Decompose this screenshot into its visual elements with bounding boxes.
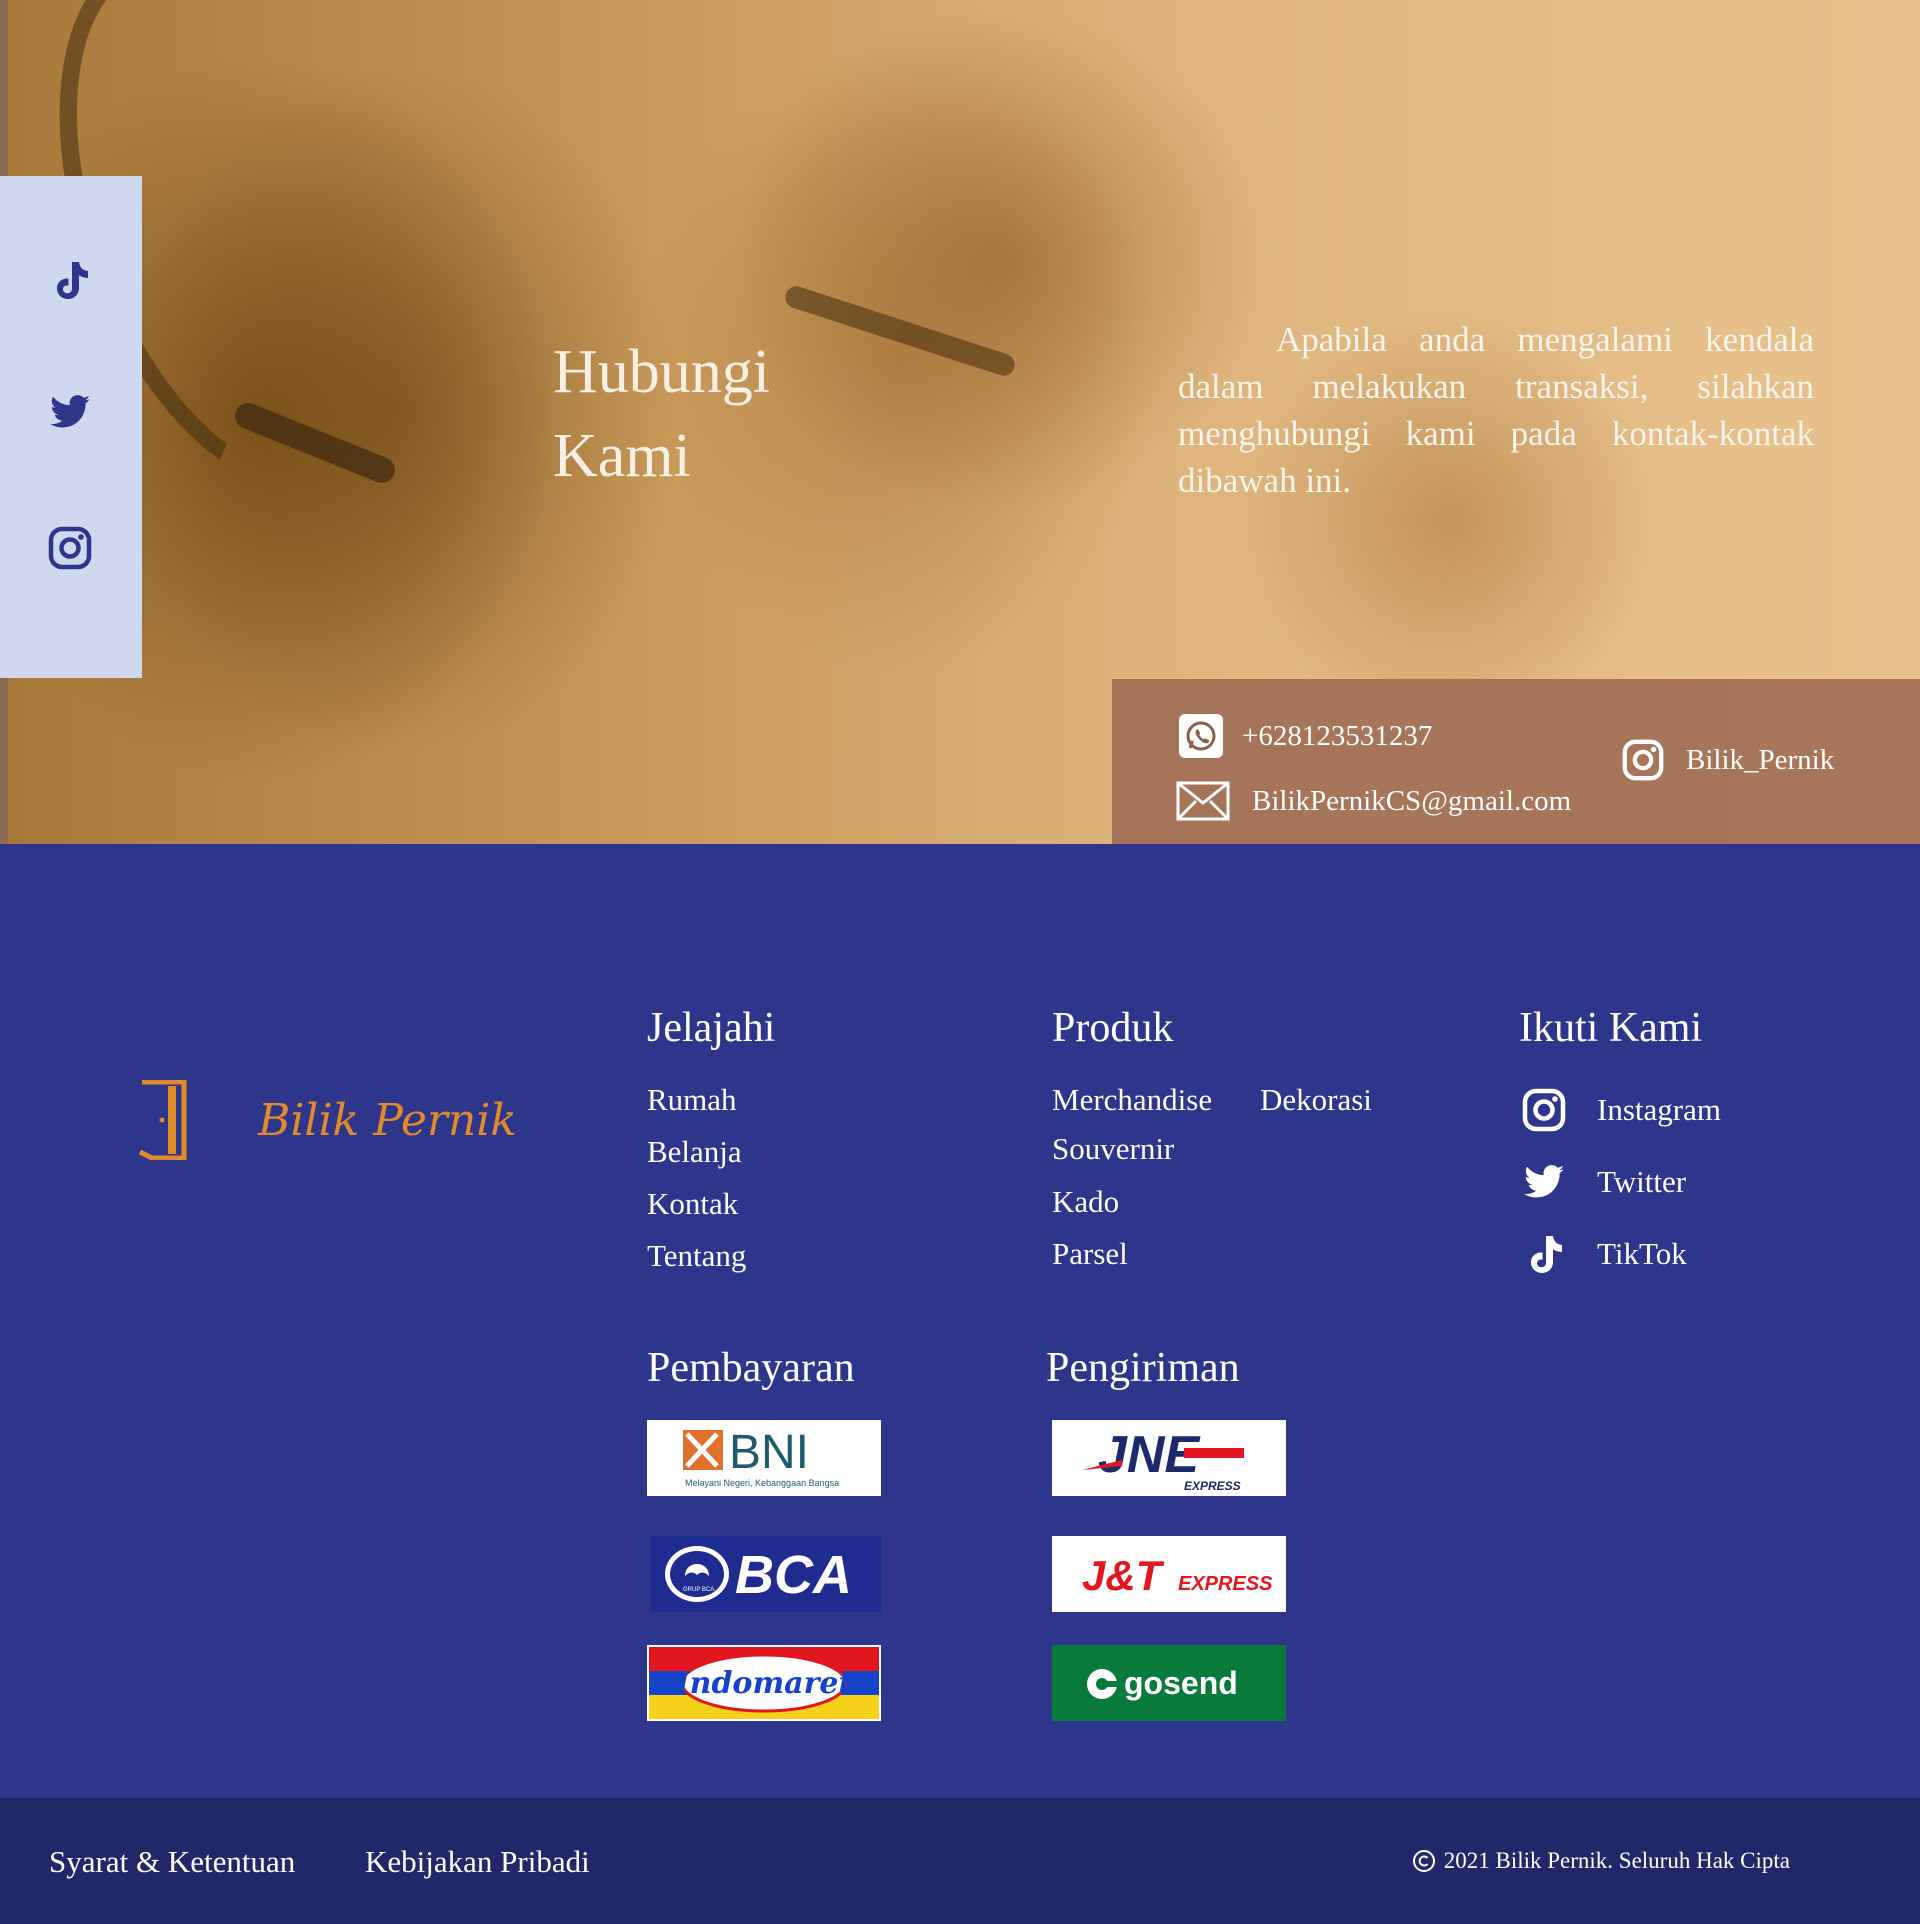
products-heading: Produk (1052, 1005, 1174, 1051)
explore-column: Jelajahi Rumah Belanja Kontak Tentang (647, 1004, 775, 1282)
nav-link-tentang[interactable]: Tentang (647, 1230, 775, 1282)
tiktok-icon[interactable] (44, 254, 96, 306)
jnt-wordmark: J&T (1082, 1552, 1165, 1599)
product-link-kado[interactable]: Kado (1052, 1176, 1119, 1228)
jnt-sub: EXPRESS (1178, 1573, 1273, 1595)
terms-link[interactable]: Syarat & Ketentuan (49, 1844, 295, 1880)
follow-instagram[interactable]: Instagram (1519, 1074, 1721, 1146)
instagram-icon (1622, 739, 1664, 781)
title-line: Kami (553, 422, 691, 490)
brand-name: Bilik Pernik (258, 1094, 517, 1146)
instagram-icon (1519, 1085, 1569, 1135)
contact-hero: Hubungi Kami Apabila anda mengalami kend… (0, 0, 1920, 844)
explore-heading: Jelajahi (647, 1005, 776, 1051)
bottom-bar: Syarat & Ketentuan Kebijakan Pribadi 202… (0, 1798, 1920, 1924)
bni-logo: BNI Melayani Negeri, Kebanggaan Bangsa (647, 1420, 881, 1496)
product-link-souvernir[interactable]: Souvernir (1052, 1123, 1174, 1175)
jne-sub: EXPRESS (1184, 1479, 1241, 1493)
follow-tiktok[interactable]: TikTok (1519, 1218, 1721, 1290)
bca-group-label: GRUP BCA (683, 1587, 714, 1593)
bca-logo: GRUP BCA BCA (651, 1536, 881, 1612)
copyright: 2021 Bilik Pernik. Seluruh Hak Cipta (1412, 1848, 1790, 1874)
privacy-link[interactable]: Kebijakan Pribadi (365, 1844, 590, 1880)
hero-description: Apabila anda mengalami kendala dalam mel… (1178, 320, 1814, 500)
brand-logo[interactable]: Bilik Pernik (138, 1080, 517, 1160)
shipping-heading: Pengiriman (1046, 1345, 1240, 1391)
jnt-logo: J&T EXPRESS (1052, 1536, 1286, 1612)
nav-link-belanja[interactable]: Belanja (647, 1126, 775, 1178)
social-rail (0, 176, 142, 678)
bca-wordmark: BCA (735, 1545, 852, 1605)
mail-icon (1176, 781, 1230, 821)
title-line: Hubungi (553, 338, 770, 406)
bni-wordmark: BNI (729, 1426, 809, 1479)
payment-heading: Pembayaran (647, 1345, 855, 1391)
bni-tagline: Melayani Negeri, Kebanggaan Bangsa (685, 1478, 839, 1488)
follow-heading: Ikuti Kami (1519, 1005, 1703, 1051)
email-contact[interactable]: BilikPernikCS@gmail.com (1176, 781, 1571, 821)
twitter-icon[interactable] (44, 386, 96, 438)
page-title: Hubungi Kami (553, 330, 853, 498)
products-column: Produk Merchandise Dekorasi Souvernir Ka… (1052, 1004, 1412, 1294)
jne-logo: JNE EXPRESS (1052, 1420, 1286, 1496)
whatsapp-contact[interactable]: +628123531237 (1178, 713, 1432, 759)
nav-link-rumah[interactable]: Rumah (647, 1074, 775, 1126)
copyright-icon (1412, 1850, 1435, 1872)
gosend-logo: gosend (1052, 1645, 1286, 1721)
twitter-icon (1519, 1157, 1569, 1207)
follow-column: Ikuti Kami Instagram Twitter TikTok (1519, 1004, 1721, 1290)
email-address: BilikPernikCS@gmail.com (1252, 784, 1572, 817)
product-link-parsel[interactable]: Parsel (1052, 1228, 1128, 1280)
instagram-handle: Bilik_Pernik (1686, 743, 1835, 776)
gosend-wordmark: gosend (1124, 1665, 1238, 1701)
nav-link-kontak[interactable]: Kontak (647, 1178, 775, 1230)
follow-twitter[interactable]: Twitter (1519, 1146, 1721, 1218)
follow-label: TikTok (1597, 1236, 1687, 1271)
whatsapp-icon (1179, 714, 1223, 758)
tiktok-icon (1519, 1229, 1569, 1279)
product-link-dekorasi[interactable]: Dekorasi (1260, 1074, 1372, 1126)
products-list: Merchandise Dekorasi Souvernir Kado Pars… (1052, 1074, 1412, 1294)
indomaret-wordmark: Indomaret (675, 1666, 853, 1701)
product-link-merchandise[interactable]: Merchandise (1052, 1074, 1212, 1126)
door-logo-icon (138, 1080, 187, 1160)
site-footer: Bilik Pernik Jelajahi Rumah Belanja Kont… (0, 844, 1920, 1798)
copyright-text: 2021 Bilik Pernik. Seluruh Hak Cipta (1443, 1848, 1790, 1873)
contact-info-box: +628123531237 BilikPernikCS@gmail.com Bi… (1112, 679, 1920, 844)
follow-label: Instagram (1597, 1092, 1721, 1127)
instagram-icon[interactable] (44, 522, 96, 574)
phone-number: +628123531237 (1242, 719, 1433, 752)
indomaret-logo: Indomaret (647, 1645, 881, 1721)
follow-label: Twitter (1597, 1164, 1687, 1199)
instagram-contact[interactable]: Bilik_Pernik (1620, 737, 1834, 783)
